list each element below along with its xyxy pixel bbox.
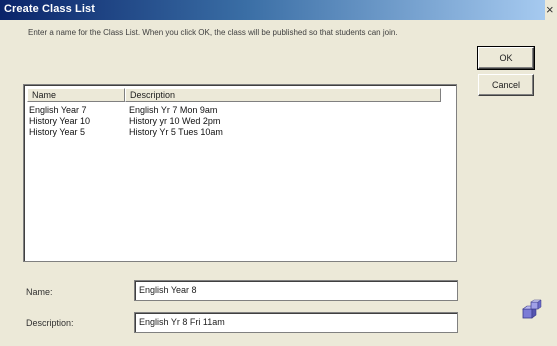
column-header-name[interactable]: Name [27, 88, 125, 102]
row-name-cell: History Year 10 [29, 116, 91, 126]
class-list-view[interactable]: Name Description English Year 7 English … [23, 84, 457, 262]
name-label: Name: [26, 287, 53, 297]
ok-button[interactable]: OK [477, 46, 535, 70]
title-bar[interactable]: Create Class List [0, 0, 545, 20]
instructions-text: Enter a name for the Class List. When yo… [28, 28, 398, 37]
description-field[interactable]: English Yr 8 Fri 11am [134, 312, 458, 333]
row-description-cell: History Yr 5 Tues 10am [129, 127, 223, 137]
row-description-cell: History yr 10 Wed 2pm [129, 116, 221, 126]
name-field[interactable]: English Year 8 [134, 280, 458, 301]
window-title: Create Class List [4, 3, 95, 15]
column-header-description[interactable]: Description [125, 88, 441, 102]
cancel-button[interactable]: Cancel [478, 74, 534, 96]
row-description-cell: English Yr 7 Mon 9am [129, 105, 218, 115]
list-header: Name Description [27, 88, 457, 102]
close-icon[interactable]: × [546, 3, 554, 16]
row-name-cell: English Year 7 [29, 105, 87, 115]
cubes-icon [522, 299, 542, 319]
row-name-cell: History Year 5 [29, 127, 86, 137]
description-label: Description: [26, 318, 74, 328]
create-class-list-dialog: Create Class List × Enter a name for the… [0, 0, 557, 346]
